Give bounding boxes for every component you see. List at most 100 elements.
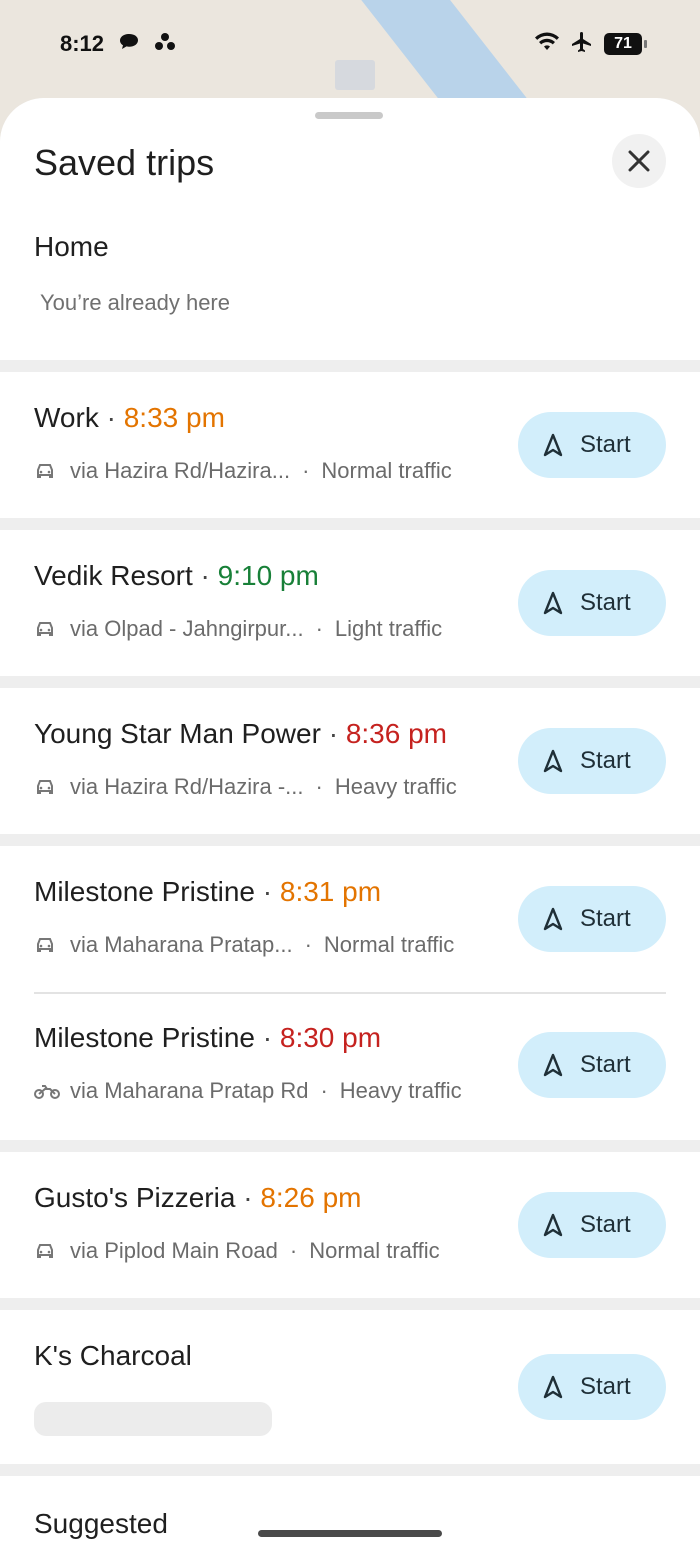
start-label: Start	[580, 1373, 631, 1400]
start-button[interactable]: Start	[518, 1354, 666, 1420]
trip-name: Milestone Pristine	[34, 1022, 255, 1053]
start-label: Start	[580, 1211, 631, 1238]
navigation-arrow-icon	[543, 591, 563, 615]
trip-arrival-time: 8:33 pm	[123, 402, 225, 433]
trip-via: via Maharana Pratap...	[70, 932, 293, 957]
trip-via: via Piplod Main Road	[70, 1238, 278, 1263]
trip-group: Milestone Pristine · 8:31 pm via Maharan…	[0, 846, 700, 1140]
trip-arrival-time: 8:36 pm	[345, 718, 447, 749]
start-button[interactable]: Start	[518, 412, 666, 478]
start-button[interactable]: Start	[518, 1032, 666, 1098]
trip-title: Milestone Pristine · 8:31 pm	[34, 876, 382, 907]
trip-name: Vedik Resort	[34, 560, 193, 591]
trip-traffic: Light traffic	[334, 616, 443, 641]
page-title: Saved trips	[34, 142, 215, 183]
trip-item[interactable]: Gusto's Pizzeria · 8:26 pm via Piplod Ma…	[0, 1152, 700, 1298]
saved-trips-sheet: Saved trips Home You’re already here Wor…	[0, 98, 700, 1555]
airplane-icon	[570, 30, 594, 59]
trip-item[interactable]: Vedik Resort · 9:10 pm via Olpad - Jahng…	[0, 530, 700, 676]
trip-arrival-time: 8:31 pm	[279, 876, 382, 907]
start-label: Start	[580, 1051, 631, 1078]
map-building	[335, 60, 375, 90]
car-icon	[34, 1242, 62, 1260]
battery-icon: 71	[604, 33, 647, 55]
trip-route: via Maharana Pratap Rd · Heavy traffic	[34, 1078, 462, 1104]
navigation-arrow-icon	[543, 1375, 563, 1399]
trip-title: Vedik Resort · 9:10 pm	[34, 560, 319, 591]
trip-name: Milestone Pristine	[34, 876, 255, 907]
trip-title: Work · 8:33 pm	[34, 402, 225, 433]
trip-route: via Hazira Rd/Hazira... · Normal traffic	[34, 458, 452, 484]
trip-traffic: Heavy traffic	[334, 774, 457, 799]
trip-name: K's Charcoal	[34, 1340, 192, 1371]
wifi-icon	[534, 31, 560, 58]
trip-name: Gusto's Pizzeria	[34, 1182, 236, 1213]
chat-bubble-icon	[118, 32, 140, 57]
loading-placeholder	[34, 1402, 272, 1436]
start-button[interactable]: Start	[518, 886, 666, 952]
trip-name: Young Star Man Power	[34, 718, 321, 749]
trip-route: via Hazira Rd/Hazira -... · Heavy traffi…	[34, 774, 457, 800]
navigation-arrow-icon	[543, 433, 563, 457]
trip-item[interactable]: Milestone Pristine · 8:30 pm via Maharan…	[0, 994, 700, 1140]
car-icon	[34, 620, 62, 638]
navigation-arrow-icon	[543, 1053, 563, 1077]
navigation-arrow-icon	[543, 907, 563, 931]
navigation-arrow-icon	[543, 749, 563, 773]
trip-route: via Olpad - Jahngirpur... · Light traffi…	[34, 616, 442, 642]
close-button[interactable]	[612, 134, 666, 188]
trip-traffic: Heavy traffic	[339, 1078, 462, 1103]
trip-title: Milestone Pristine · 8:30 pm	[34, 1022, 382, 1053]
car-icon	[34, 778, 62, 796]
trip-traffic: Normal traffic	[321, 458, 452, 483]
app-dots-icon	[154, 32, 176, 57]
trip-via: via Olpad - Jahngirpur...	[70, 616, 304, 641]
start-button[interactable]: Start	[518, 1192, 666, 1258]
sheet-header: Saved trips Home You’re already here	[0, 98, 700, 360]
trip-traffic: Normal traffic	[323, 932, 455, 957]
suggested-heading: Suggested	[34, 1508, 168, 1539]
gesture-navigation-bar[interactable]	[258, 1530, 442, 1537]
suggested-section: Suggested	[0, 1476, 700, 1555]
trip-item[interactable]: K's Charcoal Start	[0, 1310, 700, 1464]
trip-route: via Maharana Pratap... · Normal traffic	[34, 932, 454, 958]
drag-handle[interactable]	[315, 112, 383, 119]
start-label: Start	[580, 431, 631, 458]
car-icon	[34, 936, 62, 954]
trip-arrival-time: 8:26 pm	[260, 1182, 362, 1213]
close-icon	[628, 150, 650, 172]
trip-arrival-time: 8:30 pm	[279, 1022, 382, 1053]
trip-traffic: Normal traffic	[309, 1238, 440, 1263]
trip-item[interactable]: Work · 8:33 pm via Hazira Rd/Hazira... ·…	[0, 372, 700, 518]
trip-title: K's Charcoal	[34, 1340, 192, 1372]
trip-name: Work	[34, 402, 99, 433]
status-time: 8:12	[60, 31, 105, 56]
trip-arrival-time: 9:10 pm	[217, 560, 319, 591]
start-label: Start	[580, 747, 631, 774]
trip-title: Gusto's Pizzeria · 8:26 pm	[34, 1182, 362, 1213]
home-trip-subtitle: You’re already here	[40, 290, 230, 315]
start-label: Start	[580, 589, 631, 616]
navigation-arrow-icon	[543, 1213, 563, 1237]
trip-title: Young Star Man Power · 8:36 pm	[34, 718, 447, 749]
trip-item[interactable]: Young Star Man Power · 8:36 pm via Hazir…	[0, 688, 700, 834]
trip-via: via Hazira Rd/Hazira -...	[70, 774, 304, 799]
trip-via: via Maharana Pratap Rd	[70, 1078, 309, 1103]
trip-route: via Piplod Main Road · Normal traffic	[34, 1238, 440, 1264]
trip-item[interactable]: Milestone Pristine · 8:31 pm via Maharan…	[0, 846, 700, 992]
start-label: Start	[580, 905, 631, 932]
status-bar: 8:12 71	[0, 26, 700, 62]
home-trip-label[interactable]: Home	[34, 231, 109, 263]
start-button[interactable]: Start	[518, 570, 666, 636]
start-button[interactable]: Start	[518, 728, 666, 794]
car-icon	[34, 462, 62, 480]
motorcycle-icon	[34, 1083, 62, 1099]
trip-via: via Hazira Rd/Hazira...	[70, 458, 291, 483]
